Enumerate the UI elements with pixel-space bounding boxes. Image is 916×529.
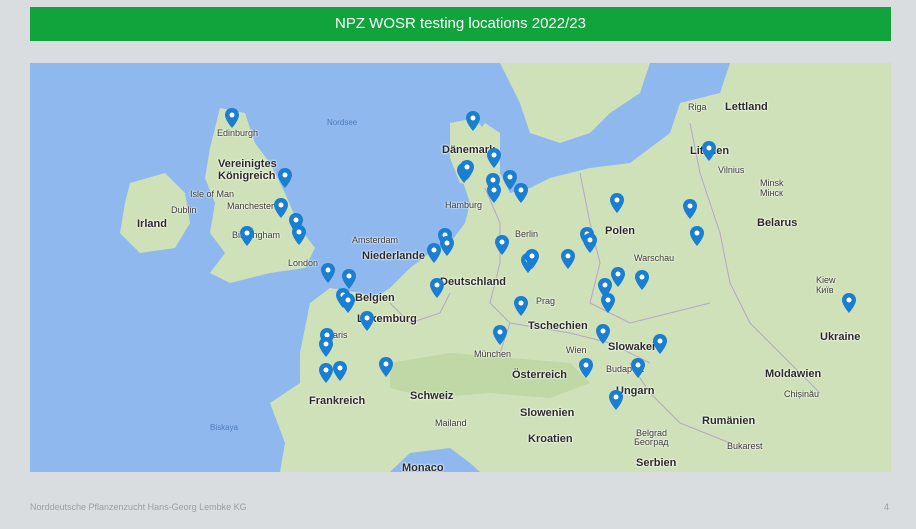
location-marker-icon[interactable] <box>460 160 474 180</box>
location-marker-icon[interactable] <box>610 193 624 213</box>
label-chisinau: Chișinău <box>784 389 820 399</box>
location-marker-icon[interactable] <box>631 358 645 378</box>
label-kiew: Kiew <box>816 275 836 285</box>
label-kroatien: Kroatien <box>528 433 573 445</box>
location-marker-icon[interactable] <box>525 249 539 269</box>
location-marker-icon[interactable] <box>342 269 356 289</box>
location-marker-icon[interactable] <box>278 168 292 188</box>
label-edinburgh: Edinburgh <box>217 128 259 138</box>
label-oesterreich: Österreich <box>512 369 568 381</box>
label-minsk: Minsk <box>760 178 784 188</box>
location-marker-icon[interactable] <box>430 278 444 298</box>
location-marker-icon[interactable] <box>702 141 716 161</box>
location-marker-icon[interactable] <box>379 357 393 377</box>
label-wien: Wien <box>566 345 587 355</box>
location-marker-icon[interactable] <box>440 236 454 256</box>
location-marker-icon[interactable] <box>561 249 575 269</box>
label-schweiz: Schweiz <box>410 390 454 402</box>
label-nordsee: Nordsee <box>327 118 358 127</box>
location-marker-icon[interactable] <box>579 358 593 378</box>
label-london: London <box>288 258 319 268</box>
location-marker-icon[interactable] <box>493 325 507 345</box>
label-deutschland: Deutschland <box>440 276 507 288</box>
location-marker-icon[interactable] <box>466 111 480 131</box>
label-vereinigtes: Vereinigtes <box>218 158 277 170</box>
label-vilnius: Vilnius <box>718 165 745 175</box>
slide-title: NPZ WOSR testing locations 2022/23 <box>30 7 891 41</box>
label-koenigreich: Königreich <box>218 170 276 182</box>
location-marker-icon[interactable] <box>341 293 355 313</box>
label-rumaenien: Rumänien <box>702 415 756 427</box>
location-marker-icon[interactable] <box>333 361 347 381</box>
footer-company: Norddeutsche Pflanzenzucht Hans-Georg Le… <box>30 502 247 512</box>
location-marker-icon[interactable] <box>611 267 625 287</box>
location-marker-icon[interactable] <box>274 198 288 218</box>
page-number: 4 <box>883 502 889 512</box>
location-marker-icon[interactable] <box>495 235 509 255</box>
label-beograd-cyr: Београд <box>634 437 669 447</box>
label-mailand: Mailand <box>435 418 467 428</box>
location-marker-icon[interactable] <box>487 148 501 168</box>
location-marker-icon[interactable] <box>683 199 697 219</box>
location-marker-icon[interactable] <box>690 226 704 246</box>
label-frankreich: Frankreich <box>309 395 366 407</box>
label-lettland: Lettland <box>725 101 768 113</box>
label-monaco: Monaco <box>402 462 444 472</box>
location-marker-icon[interactable] <box>596 324 610 344</box>
label-belarus: Belarus <box>757 217 798 229</box>
label-ukraine: Ukraine <box>820 331 861 343</box>
location-marker-icon[interactable] <box>609 390 623 410</box>
location-marker-icon[interactable] <box>514 296 528 316</box>
label-slowenien: Slowenien <box>520 407 575 419</box>
label-slowakei: Slowakei <box>608 341 656 353</box>
label-hamburg: Hamburg <box>445 200 483 210</box>
label-kyiv-cyr: Київ <box>816 285 834 295</box>
location-marker-icon[interactable] <box>427 243 441 263</box>
label-warschau: Warschau <box>634 253 675 263</box>
label-polen: Polen <box>605 225 635 237</box>
map[interactable]: Nordsee Edinburgh Vereinigtes Königreich… <box>30 63 891 472</box>
location-marker-icon[interactable] <box>487 183 501 203</box>
location-marker-icon[interactable] <box>292 225 306 245</box>
location-marker-icon[interactable] <box>319 337 333 357</box>
location-marker-icon[interactable] <box>319 363 333 383</box>
label-belgien: Belgien <box>355 292 395 304</box>
label-manchester: Manchester <box>227 201 275 211</box>
location-marker-icon[interactable] <box>240 226 254 246</box>
label-isle-of-man: Isle of Man <box>190 189 235 199</box>
label-biskaya: Biskaya <box>210 423 239 432</box>
map-background <box>120 63 891 472</box>
location-marker-icon[interactable] <box>842 293 856 313</box>
location-marker-icon[interactable] <box>653 334 667 354</box>
location-marker-icon[interactable] <box>635 270 649 290</box>
label-bukarest: Bukarest <box>727 441 763 451</box>
location-marker-icon[interactable] <box>321 263 335 283</box>
land-scandinavia <box>500 63 650 143</box>
label-muenchen: München <box>474 349 512 359</box>
location-marker-icon[interactable] <box>601 293 615 313</box>
label-moldawien: Moldawien <box>765 368 822 380</box>
location-marker-icon[interactable] <box>225 108 239 128</box>
label-riga: Riga <box>688 102 707 112</box>
label-dublin: Dublin <box>171 205 197 215</box>
location-marker-icon[interactable] <box>514 183 528 203</box>
location-marker-icon[interactable] <box>360 311 374 331</box>
label-irland: Irland <box>137 218 167 230</box>
label-tschechien: Tschechien <box>528 320 588 332</box>
label-minsk-cyr: Мінск <box>760 188 783 198</box>
label-berlin: Berlin <box>515 229 539 239</box>
location-marker-icon[interactable] <box>583 233 597 253</box>
label-serbien: Serbien <box>636 457 677 469</box>
label-prag: Prag <box>536 296 556 306</box>
label-amsterdam: Amsterdam <box>352 235 399 245</box>
label-niederlande: Niederlande <box>362 250 425 262</box>
